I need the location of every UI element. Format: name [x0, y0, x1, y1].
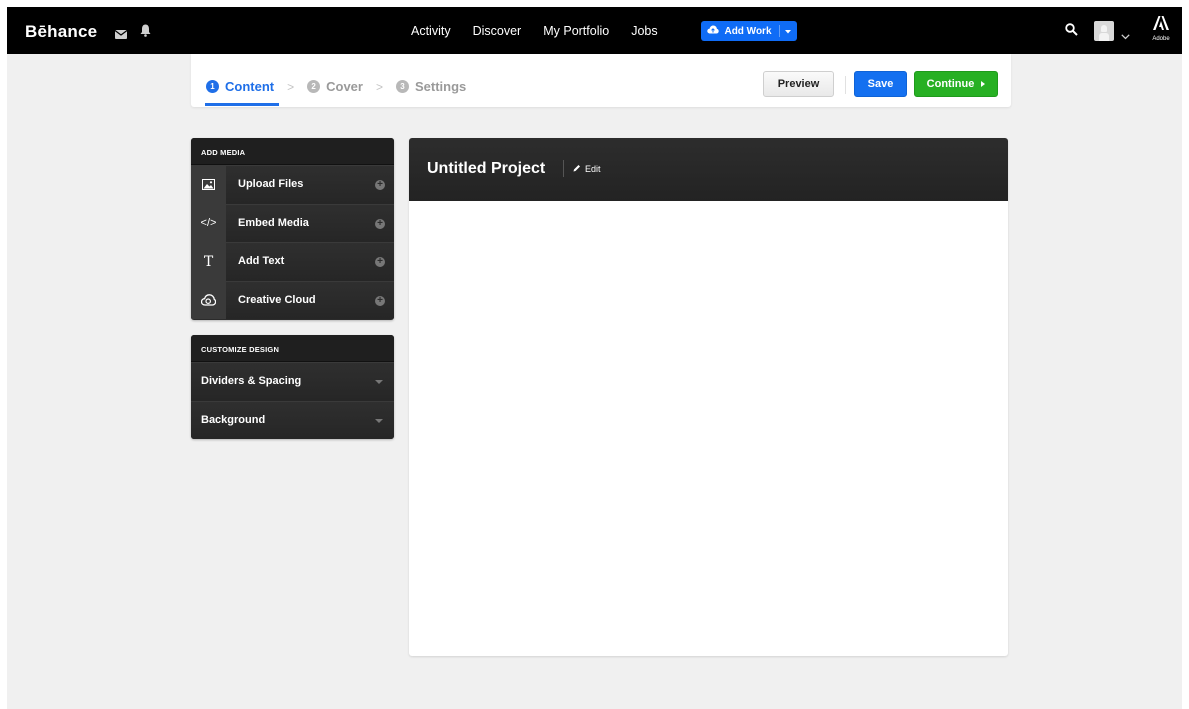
project-content-area[interactable] [409, 201, 1008, 656]
user-avatar[interactable] [1094, 21, 1114, 41]
chevron-down-icon[interactable] [1121, 27, 1130, 45]
save-button[interactable]: Save [854, 71, 907, 97]
add-work-label: Add Work [724, 25, 772, 37]
triangle-down-icon [375, 380, 383, 384]
chevron-right-icon: > [287, 79, 295, 94]
step-number: 3 [396, 80, 409, 93]
step-label: Content [225, 79, 275, 94]
nav-discover[interactable]: Discover [473, 24, 522, 38]
project-header: Untitled Project Edit [409, 138, 1008, 201]
dividers-spacing-label: Dividers & Spacing [201, 375, 302, 387]
plus-circle-icon: + [375, 218, 385, 229]
add-text-item[interactable]: T Add Text + [191, 242, 394, 281]
embed-media-item[interactable]: </> Embed Media + [191, 203, 394, 242]
customize-design-heading: CUSTOMIZE DESIGN [191, 335, 394, 362]
mail-icon[interactable] [114, 26, 128, 44]
bell-icon[interactable] [140, 24, 151, 42]
upload-files-item[interactable]: Upload Files + [191, 165, 394, 204]
background-item[interactable]: Background [191, 400, 394, 439]
dividers-spacing-item[interactable]: Dividers & Spacing [191, 362, 394, 401]
step-label: Settings [415, 79, 467, 94]
continue-label: Continue [926, 78, 975, 90]
pencil-icon [573, 164, 581, 174]
embed-media-label: Embed Media [238, 216, 309, 229]
plus-circle-icon: + [375, 257, 385, 267]
step-content[interactable]: 1 Content [206, 79, 274, 94]
image-icon [191, 166, 226, 204]
top-nav-bar: Bēhance Activity Discover My Portfolio J… [7, 7, 1182, 54]
add-work-button[interactable]: Add Work [701, 21, 797, 41]
adobe-logo[interactable]: Adobe [1151, 16, 1171, 42]
app-canvas: Bēhance Activity Discover My Portfolio J… [7, 7, 1182, 709]
search-icon[interactable] [1065, 23, 1078, 41]
continue-button[interactable]: Continue [914, 71, 998, 97]
adobe-label: Adobe [1152, 36, 1170, 42]
chevron-right-icon: > [375, 79, 383, 94]
creative-cloud-icon [191, 281, 226, 319]
project-canvas: Untitled Project Edit [409, 138, 1008, 656]
triangle-down-icon [375, 418, 383, 423]
plus-circle-icon: + [375, 180, 385, 190]
add-media-heading: ADD MEDIA [191, 138, 394, 165]
project-title: Untitled Project [427, 160, 546, 177]
customize-design-panel: CUSTOMIZE DESIGN Dividers & Spacing Back… [191, 335, 394, 439]
main-nav: Activity Discover My Portfolio Jobs [411, 24, 680, 38]
nav-activity[interactable]: Activity [411, 24, 451, 38]
background-label: Background [201, 413, 266, 426]
text-icon: T [191, 243, 226, 281]
behance-logo[interactable]: Bēhance [25, 22, 97, 42]
project-step-bar: 1 Content > 2 Cover > 3 Settings Preview… [191, 54, 1011, 107]
plus-circle-icon: + [375, 295, 385, 306]
nav-my-portfolio[interactable]: My Portfolio [543, 24, 609, 38]
nav-jobs[interactable]: Jobs [631, 24, 657, 38]
upload-files-label: Upload Files [238, 178, 304, 190]
add-media-panel: ADD MEDIA Upload Files + </> Embed Media… [191, 138, 394, 320]
cloud-upload-icon [707, 25, 720, 37]
step-list: 1 Content > 2 Cover > 3 Settings [206, 79, 466, 94]
edit-title-button[interactable]: Edit [573, 164, 601, 174]
step-number: 2 [307, 80, 321, 93]
step-label: Cover [326, 79, 363, 94]
caret-down-icon [784, 26, 791, 37]
active-step-indicator [205, 103, 279, 106]
step-settings[interactable]: 3 Settings [396, 79, 466, 94]
preview-button[interactable]: Preview [763, 71, 834, 97]
creative-cloud-label: Creative Cloud [238, 293, 316, 306]
caret-right-icon [981, 78, 986, 90]
step-number: 1 [206, 80, 219, 93]
creative-cloud-item[interactable]: Creative Cloud + [191, 280, 394, 319]
code-icon: </> [191, 204, 226, 242]
add-text-label: Add Text [238, 255, 285, 267]
edit-label: Edit [585, 164, 601, 174]
step-cover[interactable]: 2 Cover [307, 79, 363, 94]
